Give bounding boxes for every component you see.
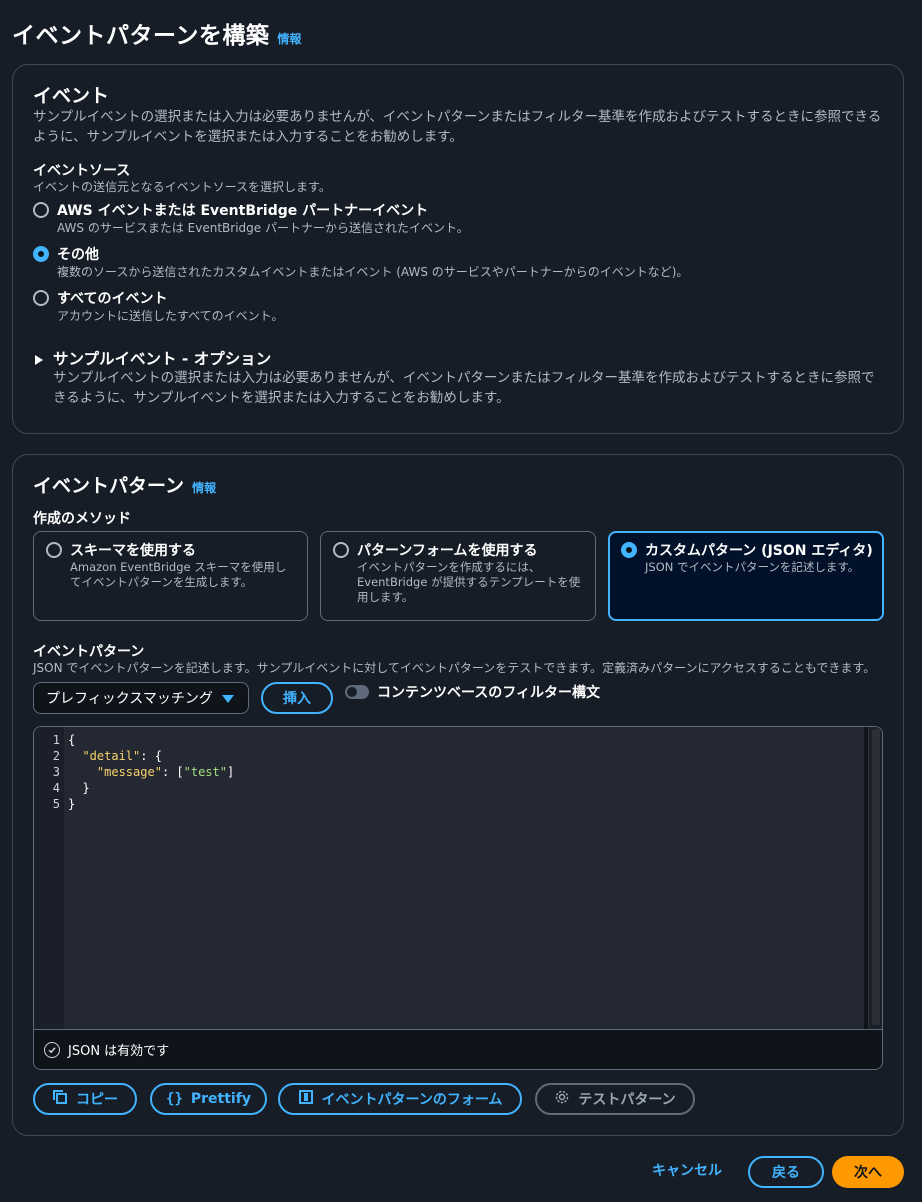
method-custom-label: カスタムパターン (JSON エディタ): [645, 543, 873, 559]
event-source-desc: イベントの送信元となるイベントソースを選択します。: [33, 180, 331, 194]
radio-other[interactable]: [33, 246, 49, 262]
validation-status: JSON は有効です: [68, 1044, 170, 1059]
copy-icon: [52, 1089, 68, 1109]
select-value: プレフィックスマッチング: [46, 691, 213, 707]
json-editor[interactable]: 1 2 3 4 5 { "detail": { "message": ["tes…: [33, 726, 883, 1070]
code-line: "detail": {: [82, 749, 162, 763]
code-line: }: [68, 797, 76, 811]
content-filter-label: コンテンツベースのフィルター構文: [377, 685, 601, 701]
event-source-label: イベントソース: [33, 163, 131, 179]
option-other-label: その他: [57, 247, 99, 263]
method-tile-custom[interactable]: カスタムパターン (JSON エディタ) JSON でイベントパターンを記述しま…: [608, 531, 884, 621]
test-pattern-button[interactable]: テストパターン: [535, 1083, 695, 1115]
method-custom-desc: JSON でイベントパターンを記述します。: [645, 560, 860, 574]
editor-scrollbar[interactable]: [868, 727, 882, 1029]
option-all-events-desc: アカウントに送信したすべてのイベント。: [57, 309, 284, 323]
method-form-desc: イベントパターンを作成するには、EventBridge が提供するテンプレートを…: [357, 560, 581, 604]
option-all-events-label: すべてのイベント: [57, 291, 168, 307]
content-filter-toggle[interactable]: [345, 685, 369, 699]
event-heading: イベント: [33, 85, 110, 107]
pattern-heading: イベントパターン: [33, 475, 185, 497]
editor-gutter: 1 2 3 4 5: [34, 727, 64, 1029]
scrollbar-thumb[interactable]: [872, 729, 880, 1025]
option-other-desc: 複数のソースから送信されたカスタムイベントまたはイベント (AWS のサービスや…: [57, 265, 689, 279]
form-icon: [298, 1089, 314, 1109]
line-number: 4: [52, 781, 60, 795]
pattern-label: イベントパターン: [33, 644, 145, 660]
prettify-button[interactable]: {} Prettify: [150, 1083, 267, 1115]
pattern-form-label: イベントパターンのフォーム: [321, 1092, 503, 1108]
radio-form[interactable]: [333, 542, 349, 558]
line-number: 1: [52, 733, 60, 747]
caret-down-icon: [222, 695, 234, 703]
radio-all-events[interactable]: [33, 290, 49, 306]
event-description: サンプルイベントの選択または入力は必要ありませんが、イベントパターンまたはフィル…: [33, 109, 882, 145]
page-title: イベントパターンを構築: [12, 23, 270, 49]
option-aws-events-label: AWS イベントまたは EventBridge パートナーイベント: [57, 203, 429, 219]
page-header: イベントパターンを構築 情報: [12, 16, 301, 50]
method-tile-schema[interactable]: スキーマを使用する Amazon EventBridge スキーマを使用してイベ…: [33, 531, 308, 621]
option-all-events[interactable]: すべてのイベント アカウントに送信したすべてのイベント。: [57, 288, 283, 324]
pattern-info-link[interactable]: 情報: [192, 479, 216, 496]
validation-status-bar: JSON は有効です: [34, 1029, 882, 1069]
toggle-knob: [347, 687, 357, 697]
prefix-matching-select[interactable]: プレフィックスマッチング: [33, 682, 249, 714]
radio-custom[interactable]: [621, 542, 637, 558]
code-line: {: [68, 733, 76, 747]
radio-schema[interactable]: [46, 542, 62, 558]
next-button[interactable]: 次へ: [832, 1156, 904, 1188]
editor-code-area[interactable]: { "detail": { "message": ["test"] } }: [64, 727, 864, 1029]
caret-right-icon: [35, 355, 43, 365]
line-number: 5: [52, 797, 60, 811]
copy-label: コピー: [76, 1092, 118, 1108]
method-label: 作成のメソッド: [33, 511, 131, 527]
info-link[interactable]: 情報: [277, 30, 301, 47]
option-aws-events[interactable]: AWS イベントまたは EventBridge パートナーイベント AWS のサ…: [57, 200, 469, 236]
braces-icon: {}: [166, 1091, 183, 1107]
insert-button[interactable]: 挿入: [261, 682, 333, 714]
prettify-label: Prettify: [190, 1091, 251, 1107]
option-aws-events-desc: AWS のサービスまたは EventBridge パートナーから送信されたイベン…: [57, 221, 469, 235]
event-panel: イベント サンプルイベントの選択または入力は必要ありませんが、イベントパターンま…: [12, 64, 904, 434]
event-pattern-panel: イベントパターン 情報 作成のメソッド スキーマを使用する Amazon Eve…: [12, 454, 904, 1136]
test-pattern-label: テストパターン: [578, 1092, 676, 1108]
pattern-desc: JSON でイベントパターンを記述します。サンプルイベントに対してイベントパター…: [33, 661, 876, 675]
method-schema-desc: Amazon EventBridge スキーマを使用してイベントパターンを生成し…: [70, 560, 287, 589]
method-form-label: パターンフォームを使用する: [357, 543, 538, 559]
code-line: "message": ["test"]: [96, 765, 235, 779]
back-button[interactable]: 戻る: [748, 1156, 824, 1188]
copy-button[interactable]: コピー: [33, 1083, 137, 1115]
sample-event-expander[interactable]: サンプルイベント - オプション: [35, 347, 271, 369]
method-schema-label: スキーマを使用する: [70, 543, 196, 559]
pattern-form-button[interactable]: イベントパターンのフォーム: [278, 1083, 522, 1115]
sample-event-label: サンプルイベント - オプション: [53, 350, 272, 368]
line-number: 2: [52, 749, 60, 763]
cancel-button[interactable]: キャンセル: [652, 1160, 722, 1180]
line-number: 3: [52, 765, 60, 779]
option-other[interactable]: その他 複数のソースから送信されたカスタムイベントまたはイベント (AWS のサ…: [57, 244, 688, 280]
radio-aws-events[interactable]: [33, 202, 49, 218]
code-line: }: [68, 781, 90, 795]
pattern-heading-row: イベントパターン 情報: [33, 471, 216, 498]
gear-icon: [554, 1089, 570, 1109]
method-tile-form[interactable]: パターンフォームを使用する イベントパターンを作成するには、EventBridg…: [320, 531, 596, 621]
sample-event-desc: サンプルイベントの選択または入力は必要ありませんが、イベントパターンまたはフィル…: [53, 370, 875, 406]
check-circle-icon: [44, 1041, 60, 1058]
